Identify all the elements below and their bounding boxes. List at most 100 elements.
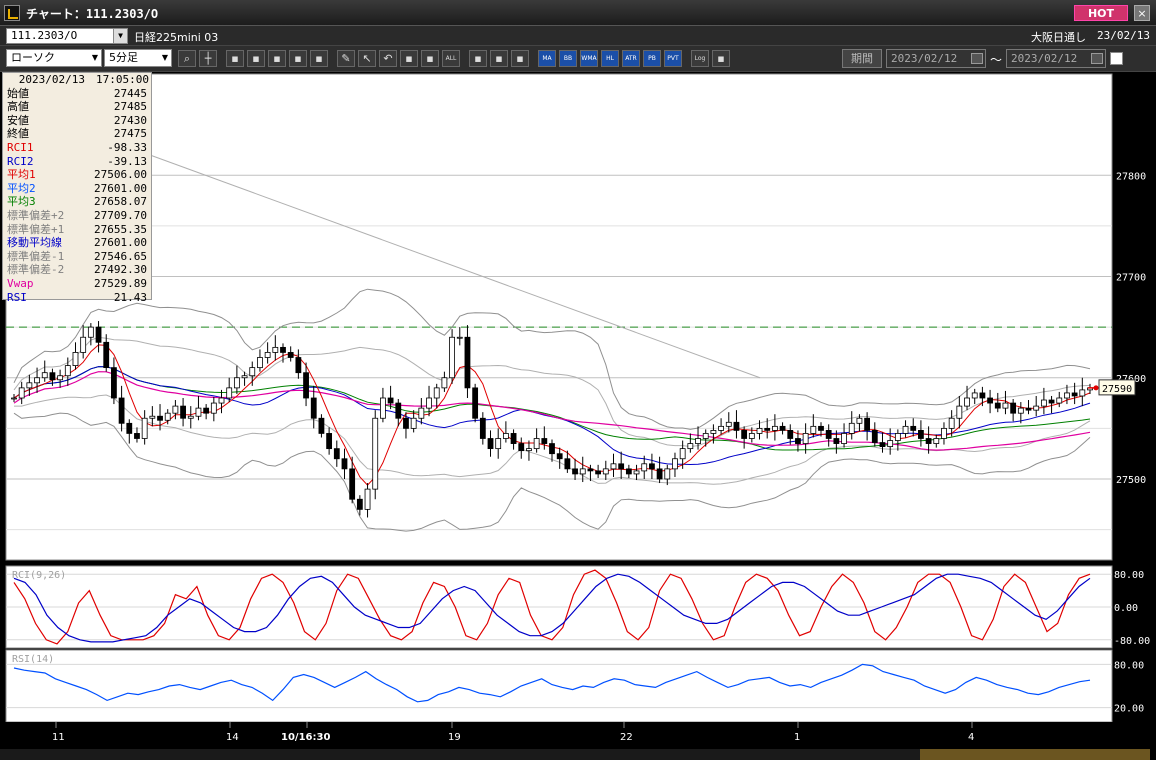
candle-body — [80, 336, 87, 353]
x-tick-label: 4 — [968, 732, 974, 743]
toolbar-tb4-icon[interactable]: ▪ — [289, 50, 307, 67]
price-panel — [5, 73, 1113, 561]
chevron-down-icon[interactable]: ▼ — [113, 29, 127, 43]
ma-button[interactable]: MA — [538, 50, 556, 67]
info-key: RSI — [7, 290, 27, 304]
candle-body — [18, 387, 25, 399]
close-button[interactable]: × — [1134, 5, 1150, 21]
date-to-input[interactable]: 2023/02/12 — [1006, 49, 1106, 68]
candle-body — [64, 365, 71, 377]
candle-body — [287, 352, 294, 358]
candle-body — [479, 417, 486, 439]
candle-body — [902, 425, 909, 434]
log-button[interactable]: Log — [691, 50, 709, 67]
info-value: 27475 — [113, 127, 147, 141]
toolbar-tb5-icon[interactable]: ▪ — [310, 50, 328, 67]
candle-body — [118, 397, 125, 424]
instrument-code: 111.2303/O — [11, 29, 78, 42]
indicator-tick-label: 80.00 — [1114, 660, 1144, 671]
info-value: 21.43 — [113, 290, 147, 304]
candle-body — [825, 429, 832, 439]
candle-body — [441, 377, 448, 389]
chevron-down-icon[interactable]: ▼ — [159, 50, 171, 66]
info-key: 移動平均線 — [7, 236, 62, 250]
period-button[interactable]: 期間 — [842, 49, 882, 68]
candle-body — [57, 375, 64, 381]
candle-body — [233, 377, 240, 389]
info-value: 27430 — [113, 113, 147, 127]
info-key: 始値 — [7, 86, 29, 100]
instrument-code-select[interactable]: 111.2303/O ▼ — [6, 28, 128, 44]
candle-body — [164, 412, 171, 421]
toolbar-tb11-icon[interactable]: ▪ — [712, 50, 730, 67]
chart-type-select[interactable]: ローソク ▼ — [6, 49, 102, 67]
candle-body — [741, 429, 748, 439]
candle-body — [549, 443, 555, 455]
toolbar-tb9-icon[interactable]: ▪ — [490, 50, 508, 67]
pvt-button[interactable]: PVT — [664, 50, 682, 67]
info-value: -39.13 — [107, 154, 147, 168]
candle-body — [49, 372, 56, 381]
toolbar-tb6-icon[interactable]: ▪ — [400, 50, 418, 67]
chart-type-value: ローソク — [11, 51, 55, 64]
candle-body — [1071, 392, 1078, 397]
info-key: 標準偏差-1 — [7, 249, 65, 263]
info-row: RSI 21.43 — [5, 291, 149, 305]
candle-body — [195, 407, 202, 417]
candle-body — [533, 438, 540, 450]
info-value: 27601.00 — [94, 236, 147, 250]
info-row: Vwap 27529.89 — [5, 277, 149, 291]
crosshair-icon[interactable]: ┼ — [199, 50, 217, 67]
atr-button[interactable]: ATR — [622, 50, 640, 67]
info-key: 平均2 — [7, 181, 36, 195]
chevron-down-icon[interactable]: ▼ — [89, 50, 101, 66]
candle-body — [779, 425, 786, 431]
pb-button[interactable]: PB — [643, 50, 661, 67]
date-from-input[interactable]: 2023/02/12 — [886, 49, 986, 68]
info-value: 27655.35 — [94, 222, 147, 236]
calendar-icon[interactable] — [971, 53, 983, 64]
toolbar-tb3-icon[interactable]: ▪ — [268, 50, 286, 67]
cursor-icon[interactable]: ↖ — [358, 50, 376, 67]
wma-button[interactable]: WMA — [580, 50, 598, 67]
calendar-icon[interactable] — [1091, 53, 1103, 64]
pencil-icon[interactable]: ✎ — [337, 50, 355, 67]
candle-body — [1025, 407, 1032, 411]
candle-body — [418, 407, 425, 419]
hl-button[interactable]: HL — [601, 50, 619, 67]
session-label: 大阪日通し — [1031, 31, 1086, 44]
x-tick-label: 11 — [52, 732, 65, 743]
hot-button[interactable]: HOT — [1074, 5, 1128, 21]
candle-body — [748, 433, 755, 439]
candle-body — [495, 438, 502, 450]
chart-area[interactable]: 278002770027600275002759080.000.00-80.00… — [0, 72, 1156, 760]
toolbar-tb10-icon[interactable]: ▪ — [511, 50, 529, 67]
info-key: 標準偏差+1 — [7, 222, 65, 236]
candle-body — [687, 443, 694, 450]
candle-body — [894, 433, 901, 441]
candle-body — [410, 417, 417, 429]
candle-body — [956, 405, 963, 419]
candle-body — [718, 425, 724, 431]
info-key: 高値 — [7, 100, 29, 114]
info-row: 移動平均線 27601.00 — [5, 236, 149, 250]
toolbar-tb1-icon[interactable]: ▪ — [226, 50, 244, 67]
candle-body — [518, 443, 525, 452]
info-key: 平均3 — [7, 195, 36, 209]
undo-icon[interactable]: ↶ — [379, 50, 397, 67]
zoom-icon[interactable]: ⌕ — [178, 50, 196, 67]
info-value: 27658.07 — [94, 195, 147, 209]
candle-body — [26, 382, 33, 389]
bb-button[interactable]: BB — [559, 50, 577, 67]
period-checkbox[interactable] — [1110, 52, 1123, 65]
interval-select[interactable]: 5分足 ▼ — [104, 49, 172, 67]
toolbar-tb7-icon[interactable]: ▪ — [421, 50, 439, 67]
info-row: 安値 27430 — [5, 114, 149, 128]
toolbar-tb2-icon[interactable]: ▪ — [247, 50, 265, 67]
price-tick-label: 27800 — [1116, 171, 1146, 182]
price-tick-label: 27700 — [1116, 273, 1146, 284]
info-panel: 2023/02/13 17:05:00 始値 27445 高値 27485 安値 2743… — [2, 72, 152, 304]
toolbar-tb8-icon[interactable]: ▪ — [469, 50, 487, 67]
all-button[interactable]: ALL — [442, 50, 460, 67]
candle-body — [564, 458, 571, 470]
